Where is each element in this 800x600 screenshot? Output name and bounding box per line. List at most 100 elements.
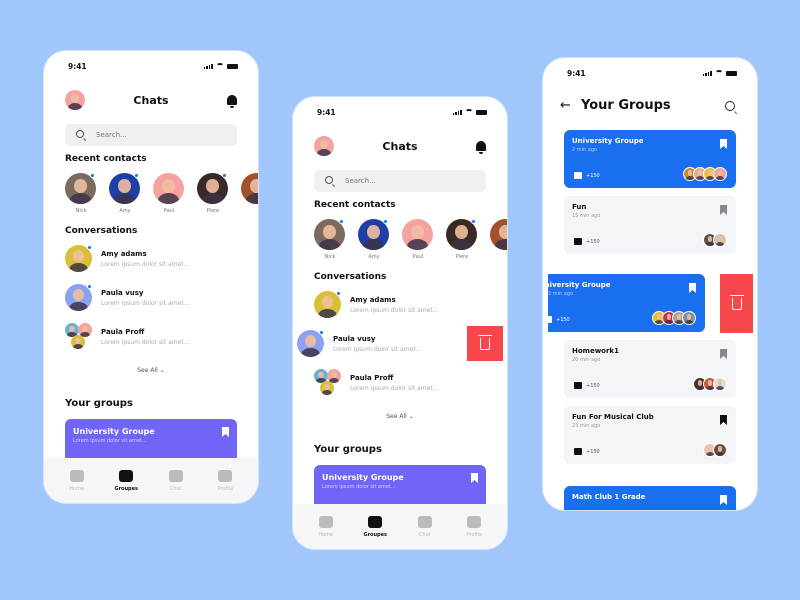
group-card[interactable]: Math Club 1 Grade <box>564 486 736 510</box>
conversation-name[interactable]: Paula Proff <box>350 374 393 382</box>
delete-button[interactable] <box>720 274 753 333</box>
message-icon <box>574 448 582 455</box>
group-card[interactable]: Homework1 20 min ago +150 <box>564 340 736 398</box>
nav-item-profile[interactable]: Profile <box>205 469 245 492</box>
delete-button[interactable] <box>467 326 503 361</box>
conversation-preview: Lorem ipsum dolor sit amet... <box>350 307 439 314</box>
online-indicator <box>87 245 92 250</box>
nav-label: Home <box>318 531 334 538</box>
signal-icon <box>203 63 213 69</box>
bell-icon[interactable] <box>476 141 486 154</box>
page-title: Chats <box>382 140 418 153</box>
chevron-down-icon: ⌄ <box>408 413 414 420</box>
nav-item-home[interactable]: Home <box>306 515 346 538</box>
signal-icon <box>702 70 712 76</box>
profile-icon <box>218 469 233 482</box>
message-icon <box>574 172 582 179</box>
contact-name: Amy <box>368 254 380 260</box>
see-all-link[interactable]: See All ⌄ <box>44 367 258 374</box>
message-count: +150 <box>556 316 570 323</box>
message-icon <box>544 316 552 323</box>
see-all-label: See All <box>137 367 158 374</box>
status-time: 9:41 <box>567 69 586 78</box>
status-time: 9:41 <box>68 62 87 71</box>
group-title: University Groupe <box>322 473 404 482</box>
groups-icon <box>368 515 383 528</box>
message-count: +150 <box>586 238 600 245</box>
group-time: 20 min ago <box>572 357 601 363</box>
contact-avatar[interactable] <box>153 173 184 204</box>
message-count: +150 <box>586 172 600 179</box>
contact-avatar[interactable] <box>490 219 507 250</box>
profile-icon <box>467 515 482 528</box>
online-indicator <box>222 173 227 178</box>
group-title: Fun For Musical Club <box>572 413 654 421</box>
group-card[interactable]: Fun For Musical Club 23 min ago +150 <box>564 406 736 464</box>
contact-name: Piere <box>206 208 220 214</box>
message-icon <box>574 238 582 245</box>
nav-item-home[interactable]: Home <box>57 469 97 492</box>
conversation-preview: Lorem ipsum dolor sit amet... <box>333 346 422 353</box>
contact-avatar[interactable] <box>402 219 433 250</box>
conversation-preview: Lorem ipsum dolor sit amet... <box>101 261 190 268</box>
message-count: +150 <box>586 382 600 389</box>
contact-avatar[interactable] <box>241 173 258 204</box>
battery-icon <box>227 63 238 69</box>
search-input[interactable]: Search... <box>65 124 237 146</box>
chat-icon <box>417 515 432 528</box>
bookmark-icon[interactable] <box>720 495 727 505</box>
nav-item-groupes[interactable]: Groupes <box>355 515 395 538</box>
page-title: Your Groups <box>581 98 671 113</box>
member-avatar <box>713 167 727 181</box>
conversations-title: Conversations <box>65 226 138 236</box>
wifi-icon <box>465 109 473 115</box>
search-icon[interactable] <box>725 101 735 111</box>
group-card[interactable]: University Groupe 2 min ago +150 <box>564 130 736 188</box>
recent-contacts-title: Recent contacts <box>65 154 147 164</box>
see-all-link[interactable]: See All ⌄ <box>293 413 507 420</box>
search-icon <box>76 130 84 138</box>
conversation-preview: Lorem ipsum dolor sit amet... <box>101 339 190 346</box>
nav-item-chat[interactable]: Chat <box>156 469 196 492</box>
signal-icon <box>452 109 462 115</box>
contact-name: Amy <box>119 208 131 214</box>
nav-item-profile[interactable]: Profile <box>454 515 494 538</box>
your-groups-title: Your groups <box>314 444 382 455</box>
chevron-down-icon: ⌄ <box>159 367 165 374</box>
message-icon <box>574 382 582 389</box>
group-time: 2 min ago <box>548 291 574 297</box>
conversation-name[interactable]: Paula vusy <box>333 335 376 343</box>
conversation-name[interactable]: Paula vusy <box>101 289 144 297</box>
back-arrow-icon[interactable]: ← <box>560 98 571 113</box>
conversation-name[interactable]: Paula Proff <box>101 328 144 336</box>
group-card[interactable]: University Groupe 2 min ago +150 <box>543 274 705 332</box>
nav-label: Profile <box>466 531 483 538</box>
bell-icon[interactable] <box>227 95 237 108</box>
online-indicator <box>383 219 388 224</box>
nav-item-chat[interactable]: Chat <box>405 515 445 538</box>
online-indicator <box>471 219 476 224</box>
search-icon <box>325 176 333 184</box>
group-title: University Groupe <box>73 427 155 436</box>
chat-icon <box>168 469 183 482</box>
online-indicator <box>134 173 139 178</box>
group-title: Homework1 <box>572 347 619 355</box>
home-icon <box>69 469 84 482</box>
search-input[interactable]: Search... <box>314 170 486 192</box>
trash-icon <box>729 294 744 310</box>
recent-contacts-title: Recent contacts <box>314 200 396 210</box>
wifi-icon <box>216 63 224 69</box>
nav-label: Home <box>69 485 85 492</box>
conversation-name[interactable]: Amy adams <box>350 296 396 304</box>
contact-name: Piere <box>455 254 469 260</box>
bottom-nav: Home Groupes Chat Profile <box>293 504 507 549</box>
nav-item-groupes[interactable]: Groupes <box>106 469 146 492</box>
group-time: 2 min ago <box>572 147 598 153</box>
group-card[interactable]: Fun 15 min ago +150 <box>564 196 736 254</box>
online-indicator <box>319 330 324 335</box>
group-time: 23 min ago <box>572 423 601 429</box>
battery-icon <box>476 109 487 115</box>
battery-icon <box>726 70 737 76</box>
contact-name: Paul <box>412 254 424 260</box>
conversation-name[interactable]: Amy adams <box>101 250 147 258</box>
